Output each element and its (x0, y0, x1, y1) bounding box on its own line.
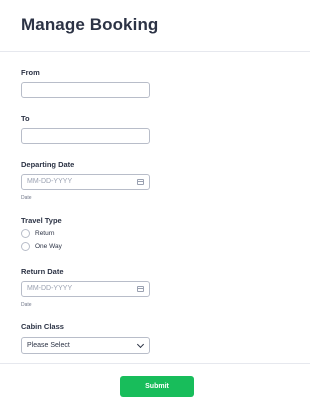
departing-date-label: Departing Date (21, 160, 75, 169)
radio-label: Return (35, 229, 55, 237)
radio-label: One Way (35, 242, 62, 250)
submit-button[interactable]: Submit (120, 376, 194, 397)
departing-date-placeholder: MM-DD-YYYY (27, 178, 73, 185)
form-header: Manage Booking (0, 0, 310, 52)
return-date-input[interactable]: MM-DD-YYYY (21, 281, 150, 297)
calendar-icon[interactable] (137, 286, 144, 292)
radio-button[interactable] (21, 241, 30, 251)
departing-date-sublabel: Date (21, 195, 32, 201)
footer-divider (0, 363, 310, 364)
to-label: To (21, 114, 30, 123)
chevron-down-icon (136, 340, 145, 349)
return-date-label: Return Date (21, 267, 64, 276)
calendar-icon[interactable] (137, 179, 144, 185)
radio-option-one-way[interactable]: One Way (21, 241, 62, 251)
return-date-placeholder: MM-DD-YYYY (27, 285, 73, 292)
radio-option-return[interactable]: Return (21, 228, 55, 238)
to-input[interactable] (21, 128, 150, 144)
departing-date-input[interactable]: MM-DD-YYYY (21, 174, 150, 190)
return-date-sublabel: Date (21, 302, 32, 308)
radio-button[interactable] (21, 228, 30, 238)
cabin-class-label: Cabin Class (21, 322, 64, 331)
from-label: From (21, 68, 40, 77)
cabin-class-selected-value: Please Select (27, 342, 70, 349)
travel-type-label: Travel Type (21, 216, 62, 225)
page-title: Manage Booking (21, 15, 159, 34)
from-input[interactable] (21, 82, 150, 98)
cabin-class-select[interactable]: Please Select (21, 337, 150, 354)
